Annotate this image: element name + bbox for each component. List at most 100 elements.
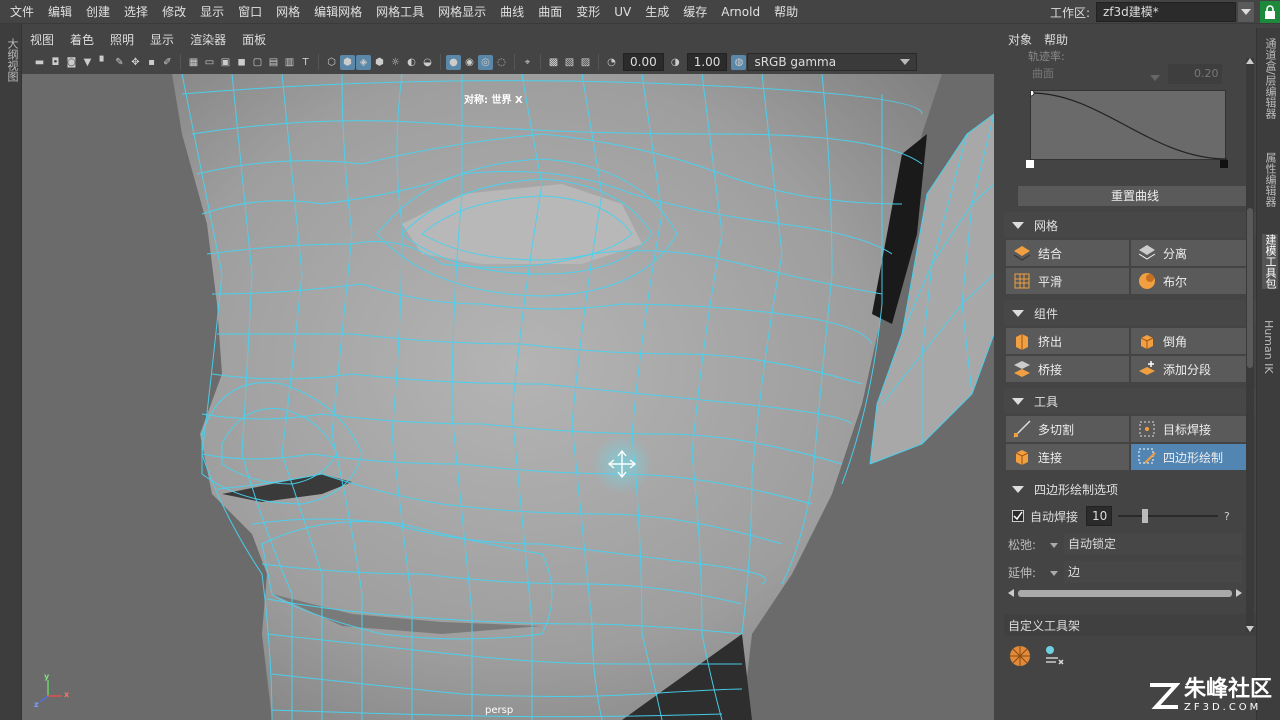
horizontal-scrollbar[interactable] bbox=[1008, 586, 1252, 600]
scroll-right-icon[interactable] bbox=[1236, 589, 1242, 597]
perspective-viewport[interactable]: 对称: 世界 X persp y x z bbox=[22, 74, 994, 720]
curve-start-key[interactable] bbox=[1026, 160, 1034, 168]
camera-lock-icon[interactable]: ▪ bbox=[144, 55, 159, 70]
tab-help[interactable]: 帮助 bbox=[1044, 31, 1068, 48]
auto-weld-checkbox[interactable] bbox=[1012, 510, 1024, 522]
grid-icon[interactable]: ▦ bbox=[186, 55, 201, 70]
faded-value-field[interactable]: 0.20 bbox=[1168, 64, 1222, 84]
menu-generate[interactable]: 生成 bbox=[638, 0, 676, 24]
menu-curves[interactable]: 曲线 bbox=[493, 0, 531, 24]
film-gate-icon[interactable]: ▘ bbox=[96, 55, 111, 70]
bookmark-icon[interactable]: ◙ bbox=[64, 55, 79, 70]
menu-edit[interactable]: 编辑 bbox=[41, 0, 79, 24]
scroll-down-icon[interactable] bbox=[1246, 626, 1254, 632]
view-transform-dropdown[interactable]: sRGB gamma bbox=[747, 53, 918, 71]
field-chart-icon[interactable]: ▢ bbox=[250, 55, 265, 70]
chevron-down-icon[interactable] bbox=[1050, 565, 1058, 579]
panel-menu-panels[interactable]: 面板 bbox=[234, 31, 274, 48]
gamma-field[interactable]: 1.00 bbox=[686, 53, 728, 71]
xray-icon[interactable]: ◉ bbox=[462, 55, 477, 70]
quad-draw-options-header[interactable]: 四边形绘制选项 bbox=[1004, 476, 1256, 502]
workspace-dropdown[interactable]: zf3d建模* bbox=[1096, 2, 1236, 22]
help-icon[interactable]: ? bbox=[1224, 510, 1236, 523]
brush-icon[interactable]: ✐ bbox=[160, 55, 175, 70]
chevron-down-icon[interactable] bbox=[1238, 2, 1254, 22]
film-gate-display-icon[interactable]: ▭ bbox=[202, 55, 217, 70]
tools-section-header[interactable]: 工具 bbox=[1004, 388, 1256, 414]
camera-attributes-icon[interactable]: ◘ bbox=[48, 55, 63, 70]
auto-weld-slider[interactable] bbox=[1118, 506, 1219, 526]
text-icon[interactable]: T bbox=[298, 55, 313, 70]
menu-create[interactable]: 创建 bbox=[79, 0, 117, 24]
color-management-icon[interactable]: ◍ bbox=[731, 54, 747, 70]
mesh-section-header[interactable]: 网格 bbox=[1004, 212, 1256, 238]
menu-file[interactable]: 文件 bbox=[0, 0, 41, 24]
left-outliner-strip[interactable]: 大纲视图 bbox=[0, 24, 22, 720]
extrude-button[interactable]: 挤出 bbox=[1006, 328, 1129, 354]
xray-components-icon[interactable]: ◌ bbox=[494, 55, 509, 70]
components-section-header[interactable]: 组件 bbox=[1004, 300, 1256, 326]
tab-channel-box[interactable]: 通道盒/层编辑器 bbox=[1262, 38, 1278, 119]
resolution-gate-icon[interactable]: ▣ bbox=[218, 55, 233, 70]
panel-menu-view[interactable]: 视图 bbox=[22, 31, 62, 48]
vertical-scroll-thumb[interactable] bbox=[1247, 208, 1253, 368]
add-divisions-button[interactable]: 添加分段 bbox=[1131, 356, 1254, 382]
tab-human-ik[interactable]: Human IK bbox=[1262, 320, 1275, 374]
menu-deform[interactable]: 变形 bbox=[569, 0, 607, 24]
wireframe-on-shaded-icon[interactable]: ◈ bbox=[356, 54, 371, 70]
chevron-down-icon[interactable] bbox=[1050, 537, 1058, 551]
exposure-icon[interactable]: ◔ bbox=[604, 55, 619, 70]
falloff-curve-graph[interactable] bbox=[1027, 89, 1228, 160]
textured-icon[interactable]: ⬢ bbox=[372, 55, 387, 70]
bevel-button[interactable]: 倒角 bbox=[1131, 328, 1254, 354]
menu-uv[interactable]: UV bbox=[607, 0, 638, 24]
depth-of-field-icon[interactable]: ▨ bbox=[578, 55, 593, 70]
horizontal-scroll-thumb[interactable] bbox=[1018, 590, 1232, 597]
reset-curve-button[interactable]: 重置曲线 bbox=[1018, 186, 1252, 206]
xray-joints-icon[interactable]: ◎ bbox=[478, 54, 493, 70]
menu-modify[interactable]: 修改 bbox=[155, 0, 193, 24]
scroll-up-icon[interactable] bbox=[1246, 58, 1254, 64]
ambient-occlusion-icon[interactable]: ◒ bbox=[420, 55, 435, 70]
menu-edit-mesh[interactable]: 编辑网格 bbox=[307, 0, 369, 24]
curve-end-key[interactable] bbox=[1220, 160, 1228, 168]
menu-mesh-display[interactable]: 网格显示 bbox=[431, 0, 493, 24]
tab-object[interactable]: 对象 bbox=[1008, 31, 1032, 48]
menu-surfaces[interactable]: 曲面 bbox=[531, 0, 569, 24]
menu-mesh-tools[interactable]: 网格工具 bbox=[369, 0, 431, 24]
shadows-icon[interactable]: ◐ bbox=[404, 55, 419, 70]
safe-title-icon[interactable]: ▥ bbox=[282, 55, 297, 70]
boolean-button[interactable]: 布尔 bbox=[1131, 268, 1254, 294]
menu-mesh[interactable]: 网格 bbox=[269, 0, 307, 24]
multisample-icon[interactable]: ▩ bbox=[546, 55, 561, 70]
combine-button[interactable]: 结合 bbox=[1006, 240, 1129, 266]
vertical-scrollbar[interactable] bbox=[1246, 58, 1254, 632]
menu-help[interactable]: 帮助 bbox=[767, 0, 805, 24]
exposure-field[interactable]: 0.00 bbox=[623, 53, 664, 71]
isolate-select-icon[interactable]: ● bbox=[446, 54, 461, 70]
panel-menu-lighting[interactable]: 照明 bbox=[102, 31, 142, 48]
quad-draw-button[interactable]: 四边形绘制 bbox=[1131, 444, 1254, 470]
outliner-tab-label[interactable]: 大纲视图 bbox=[4, 38, 20, 82]
wireframe-icon[interactable]: ⬡ bbox=[324, 55, 339, 70]
separate-button[interactable]: 分离 bbox=[1131, 240, 1254, 266]
gamma-icon[interactable]: ◑ bbox=[668, 55, 683, 70]
smooth-button[interactable]: 平滑 bbox=[1006, 268, 1129, 294]
tab-attribute-editor[interactable]: 属性编辑器 bbox=[1262, 152, 1278, 207]
use-all-lights-icon[interactable]: ☼ bbox=[388, 55, 403, 70]
connect-button[interactable]: 连接 bbox=[1006, 444, 1129, 470]
menu-arnold[interactable]: Arnold bbox=[714, 0, 767, 24]
menu-window[interactable]: 窗口 bbox=[231, 0, 269, 24]
bridge-button[interactable]: 桥接 bbox=[1006, 356, 1129, 382]
menu-display[interactable]: 显示 bbox=[193, 0, 231, 24]
auto-weld-value-field[interactable]: 10 bbox=[1086, 506, 1113, 526]
tab-modeling-toolkit[interactable]: 建模工具包 bbox=[1262, 234, 1278, 289]
grease-pencil-icon[interactable]: ✎ bbox=[112, 55, 127, 70]
two-d-pan-icon[interactable]: ✥ bbox=[128, 55, 143, 70]
sphere-tool-icon[interactable] bbox=[1008, 644, 1032, 668]
gate-mask-icon[interactable]: ◼ bbox=[234, 55, 249, 70]
camera-tool-icon[interactable] bbox=[1042, 644, 1066, 668]
safe-action-icon[interactable]: ▤ bbox=[266, 55, 281, 70]
extend-dropdown[interactable]: 边 bbox=[1064, 561, 1242, 583]
panel-menu-renderer[interactable]: 渲染器 bbox=[182, 31, 234, 48]
